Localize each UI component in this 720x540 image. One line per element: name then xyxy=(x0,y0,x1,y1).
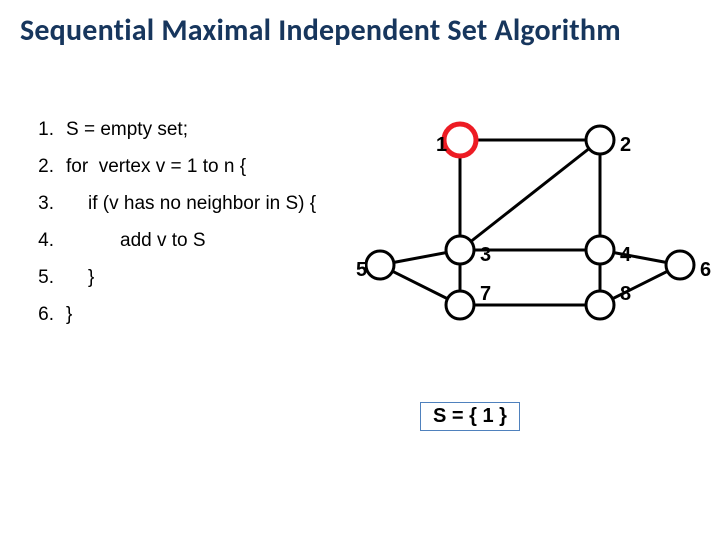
algo-line-text: for vertex v = 1 to n { xyxy=(60,157,246,176)
algo-line: 1.S = empty set; xyxy=(26,120,316,139)
graph-node xyxy=(366,251,394,279)
graph-node-label: 6 xyxy=(700,259,711,282)
slide: Sequential Maximal Independent Set Algor… xyxy=(0,0,720,540)
algo-line-text: if (v has no neighbor in S) { xyxy=(60,194,316,213)
graph-node xyxy=(446,291,474,319)
slide-title: Sequential Maximal Independent Set Algor… xyxy=(20,12,621,49)
algo-line-text: } xyxy=(60,305,72,324)
graph-node-label: 1 xyxy=(436,134,447,157)
algo-line-number: 2. xyxy=(26,157,60,176)
algo-line-number: 1. xyxy=(26,120,60,139)
algo-line: 3.if (v has no neighbor in S) { xyxy=(26,194,316,213)
graph-node xyxy=(586,291,614,319)
algo-line: 2.for vertex v = 1 to n { xyxy=(26,157,316,176)
graph-edge xyxy=(460,140,600,250)
algo-line-number: 3. xyxy=(26,194,60,213)
current-set-box: S = { 1 } xyxy=(420,402,520,431)
algo-line-number: 5. xyxy=(26,268,60,287)
algo-line: 6.} xyxy=(26,305,316,324)
algo-line-number: 6. xyxy=(26,305,60,324)
graph-node-label: 4 xyxy=(620,244,631,267)
algo-line-text: S = empty set; xyxy=(60,120,188,139)
graph-node xyxy=(586,126,614,154)
graph-diagram: 12345678 xyxy=(365,110,705,370)
algorithm-listing: 1.S = empty set;2.for vertex v = 1 to n … xyxy=(26,120,316,342)
graph-node-label: 3 xyxy=(480,244,491,267)
algo-line-text: } xyxy=(60,268,94,287)
algo-line: 5.} xyxy=(26,268,316,287)
graph-node xyxy=(444,124,476,156)
graph-node-label: 7 xyxy=(480,283,491,306)
current-set-text: S = { 1 } xyxy=(433,405,507,427)
algo-line: 4.add v to S xyxy=(26,231,316,250)
graph-node xyxy=(446,236,474,264)
graph-node-label: 5 xyxy=(356,259,367,282)
algo-line-number: 4. xyxy=(26,231,60,250)
graph-node-label: 2 xyxy=(620,134,631,157)
graph-svg xyxy=(365,110,705,370)
graph-node xyxy=(586,236,614,264)
graph-node-label: 8 xyxy=(620,283,631,306)
algo-line-text: add v to S xyxy=(60,231,206,250)
graph-node xyxy=(666,251,694,279)
